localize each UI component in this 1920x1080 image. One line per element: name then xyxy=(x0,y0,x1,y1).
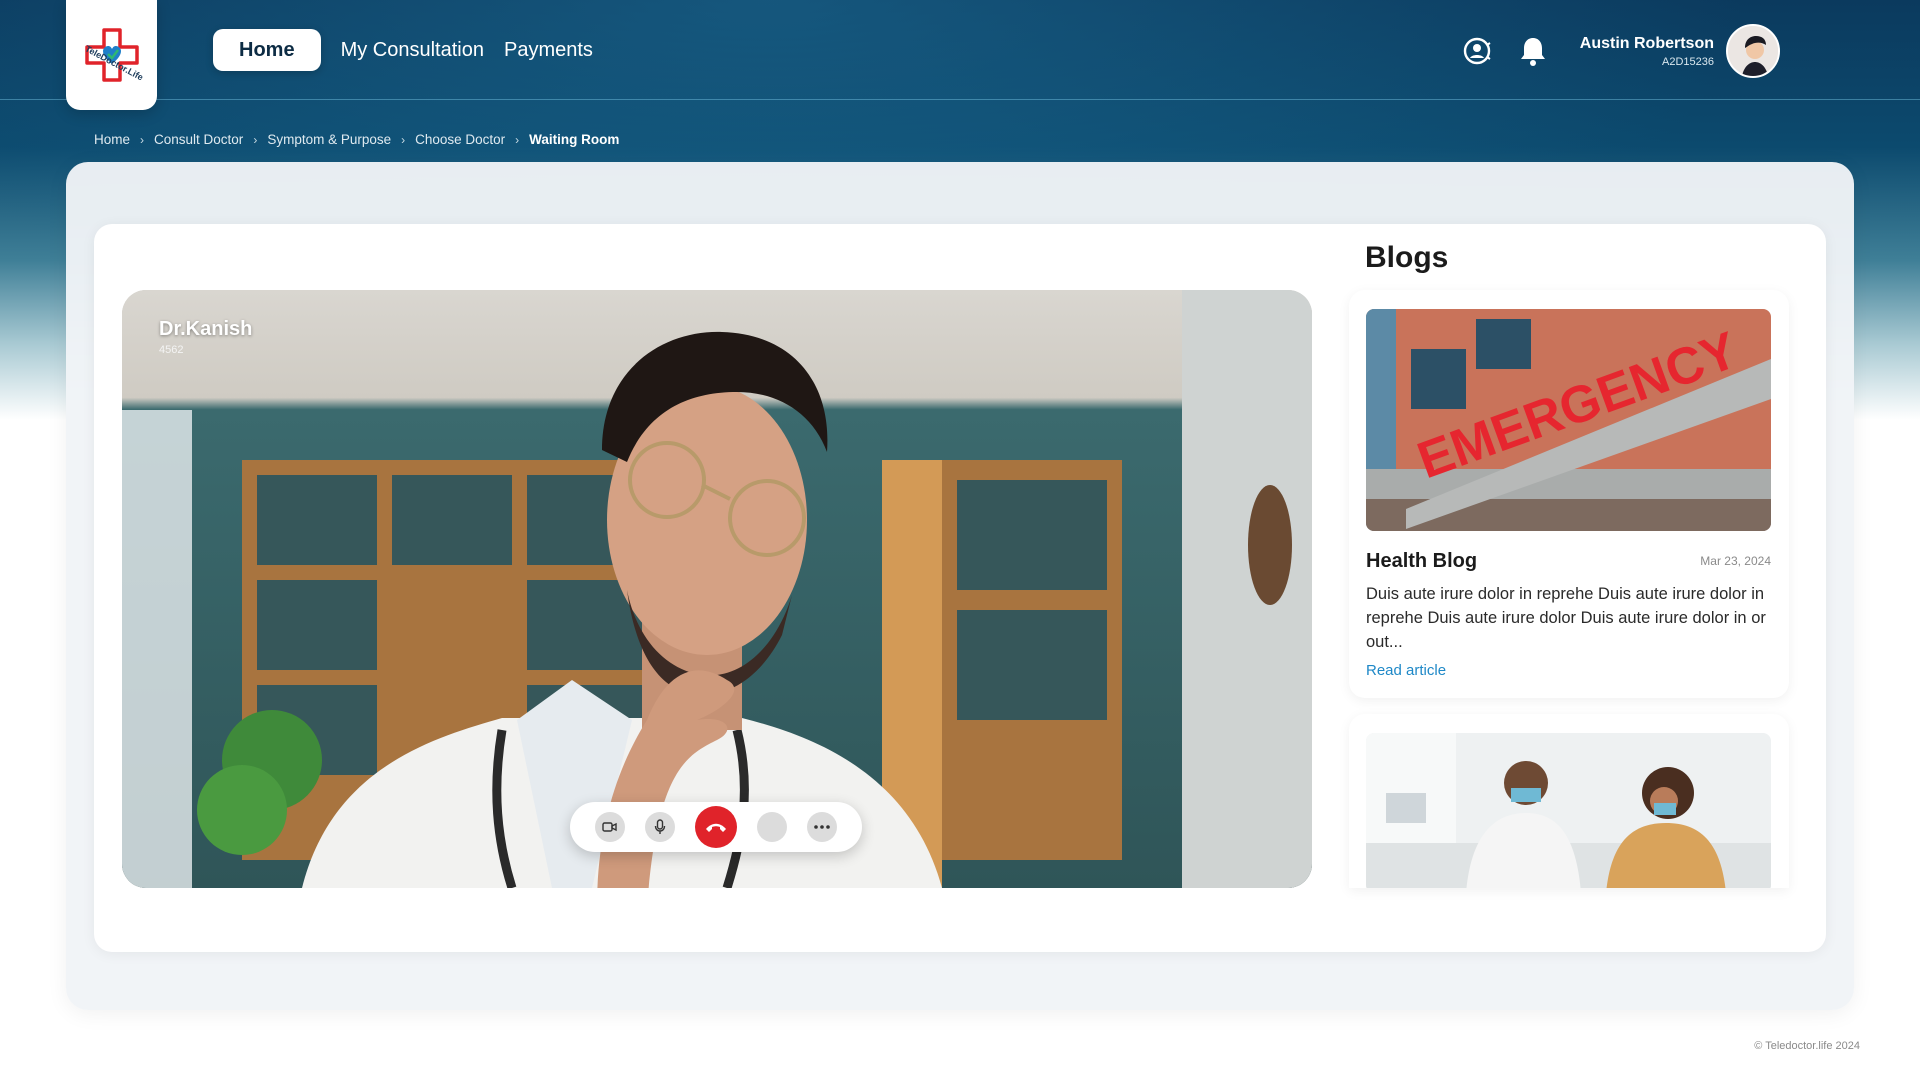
doctor-name: Dr.Kanish xyxy=(159,318,253,340)
main-nav: Home My Consultation Payments xyxy=(213,29,593,71)
user-name: Austin Robertson xyxy=(1579,34,1714,52)
video-camera-icon xyxy=(602,822,617,832)
doctor-video-image xyxy=(122,290,1312,888)
footer-copyright: © Teledoctor.life 2024 xyxy=(1754,1040,1860,1052)
user-avatar-icon xyxy=(1728,26,1778,76)
breadcrumb-waiting-room: Waiting Room xyxy=(529,132,620,147)
call-controls xyxy=(570,802,862,852)
logo[interactable]: TeleDoctor.Life xyxy=(66,0,157,110)
top-header: TeleDoctor.Life Home My Consultation Pay… xyxy=(0,0,1920,110)
chevron-right-icon: › xyxy=(401,132,406,147)
microphone-icon xyxy=(654,819,666,834)
blog-date: Mar 23, 2024 xyxy=(1700,554,1771,568)
blog-card[interactable]: EMERGENCY Health Blog Mar 23, 2024 Duis … xyxy=(1349,290,1789,698)
notification-bell-icon[interactable] xyxy=(1516,34,1550,68)
screen-share-button[interactable] xyxy=(757,812,787,842)
mic-toggle-button[interactable] xyxy=(645,812,675,842)
user-info[interactable]: Austin Robertson A2D15236 xyxy=(1580,35,1714,68)
hang-up-phone-icon xyxy=(706,823,726,832)
blogs-title: Blogs xyxy=(1365,241,1449,274)
nav-home[interactable]: Home xyxy=(213,29,321,71)
chevron-right-icon: › xyxy=(140,132,145,147)
blog-image xyxy=(1366,733,1771,888)
support-icon[interactable] xyxy=(1460,34,1494,68)
ellipsis-icon xyxy=(814,825,830,829)
nav-payments[interactable]: Payments xyxy=(504,39,593,62)
blog-title: Health Blog xyxy=(1366,550,1478,572)
breadcrumb-home[interactable]: Home xyxy=(94,132,130,147)
doctor-id: 4562 xyxy=(159,344,184,356)
chevron-right-icon: › xyxy=(515,132,520,147)
read-article-link[interactable]: Read article xyxy=(1366,662,1446,679)
more-options-button[interactable] xyxy=(807,812,837,842)
breadcrumb-consult-doctor[interactable]: Consult Doctor xyxy=(154,132,243,147)
video-call-feed: Dr.Kanish 4562 xyxy=(122,290,1312,888)
breadcrumb-choose-doctor[interactable]: Choose Doctor xyxy=(415,132,505,147)
blog-excerpt: Duis aute irure dolor in reprehe Duis au… xyxy=(1366,585,1766,651)
blog-image: EMERGENCY xyxy=(1366,309,1771,531)
breadcrumb: Home › Consult Doctor › Symptom & Purpos… xyxy=(94,132,619,147)
breadcrumb-symptom-purpose[interactable]: Symptom & Purpose xyxy=(267,132,391,147)
nav-my-consultation[interactable]: My Consultation xyxy=(341,39,484,62)
blog-card[interactable] xyxy=(1349,714,1789,888)
header-actions: Austin Robertson A2D15236 xyxy=(1460,24,1780,78)
chevron-right-icon: › xyxy=(253,132,258,147)
video-toggle-button[interactable] xyxy=(595,812,625,842)
end-call-button[interactable] xyxy=(695,806,737,848)
user-id: A2D15236 xyxy=(1662,55,1714,68)
avatar[interactable] xyxy=(1726,24,1780,78)
